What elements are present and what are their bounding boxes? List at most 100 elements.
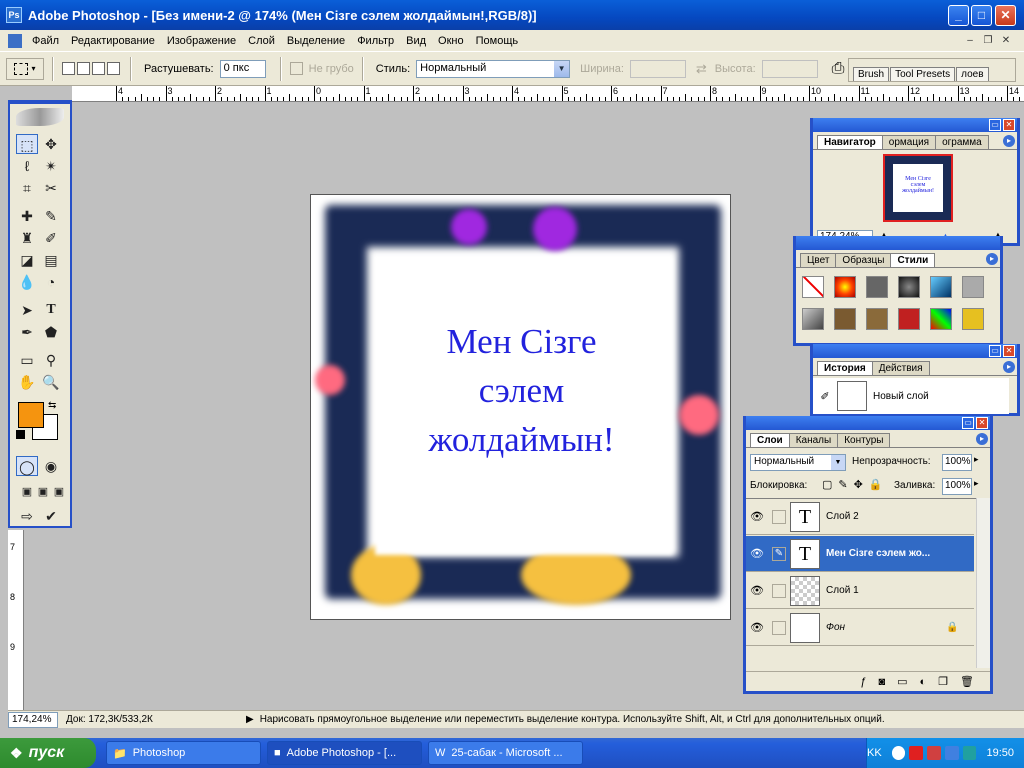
well-tab-brushes[interactable]: Brush [853,67,890,81]
history-item[interactable]: ✐ Новый слой [813,378,1009,414]
panel-minimize-button[interactable]: ▭ [989,119,1001,131]
status-zoom[interactable]: 174,24% [8,711,58,728]
check-icon[interactable]: ✔ [40,506,62,526]
tab-layers[interactable]: Слои [750,433,790,447]
standard-mode-icon[interactable]: ◯ [16,456,38,476]
close-button[interactable]: ✕ [995,5,1016,26]
blur-tool-icon[interactable]: 💧 [16,272,38,292]
history-brush-icon[interactable]: ✐ [813,390,837,403]
panel-menu-icon[interactable]: ▸ [986,253,998,265]
tab-swatches[interactable]: Образцы [835,253,892,267]
eye-icon[interactable]: 👁 [746,547,768,560]
maximize-button[interactable]: □ [971,5,992,26]
intersect-selection-icon[interactable] [107,62,120,75]
panel-close-button[interactable]: ✕ [1003,119,1015,131]
layer-row[interactable]: 👁 Фон 🔒 [746,610,974,646]
task-adobe-photoshop[interactable]: ■ Adobe Photoshop - [... [267,741,422,765]
opacity-input[interactable]: 100% [942,454,972,471]
printer-icon[interactable]: ⎙ [832,60,845,78]
panel-minimize-button[interactable]: ▭ [989,345,1001,357]
marquee-tool-icon[interactable]: ⬚ [16,134,38,154]
style-swatch[interactable] [834,276,856,298]
lasso-tool-icon[interactable]: ℓ [16,156,38,176]
clone-stamp-icon[interactable]: ♜ [16,228,38,248]
panel-menu-icon[interactable]: ▸ [1003,361,1015,373]
eraser-tool-icon[interactable]: ◪ [16,250,38,270]
screen-mode-full-icon[interactable]: ▣ [48,482,70,502]
history-brush-icon[interactable]: ✐ [40,228,62,248]
play-arrow-icon[interactable]: ▶ [246,714,254,725]
volume-icon[interactable] [944,746,959,760]
quick-mask-icon[interactable]: ◉ [40,456,62,476]
fill-arrow-icon[interactable]: ▸ [974,478,979,489]
width-input[interactable] [629,59,686,78]
type-tool-icon[interactable]: T [40,300,62,320]
subtract-selection-icon[interactable] [92,62,105,75]
minimize-button[interactable]: _ [948,5,969,26]
well-tab-layer-comps[interactable]: лоев [956,67,989,81]
network-icon[interactable] [927,746,941,760]
layer-row[interactable]: 👁 Слой 1 [746,573,974,609]
lock-icons[interactable]: ▢✎✥🔒 [822,478,889,491]
swap-colors-icon[interactable]: ⇆ [48,400,56,411]
magic-wand-icon[interactable]: ✴ [40,156,62,176]
document-icon[interactable] [8,33,22,48]
brush-tool-icon[interactable]: ✎ [40,206,62,226]
style-swatch[interactable] [962,308,984,330]
add-selection-icon[interactable] [77,62,90,75]
antialias-checkbox[interactable] [289,62,303,75]
pen-tool-icon[interactable]: ✒ [16,322,38,342]
tab-color[interactable]: Цвет [800,253,837,267]
healing-brush-icon[interactable]: ✚ [16,206,38,226]
panel-close-button[interactable]: ✕ [976,417,988,429]
panel-minimize-button[interactable]: ▭ [962,417,974,429]
tab-histogram[interactable]: ограмма [935,135,989,149]
layer-style-icon[interactable]: ƒ [860,676,866,688]
crop-tool-icon[interactable]: ⌗ [16,178,38,198]
tab-history[interactable]: История [817,361,873,375]
style-swatch[interactable] [898,308,920,330]
tab-styles[interactable]: Стили [890,253,936,267]
layer-mask-icon[interactable]: ◙ [878,676,885,688]
tool-preset-picker[interactable]: ▾ [6,57,44,80]
menu-view[interactable]: Вид [400,35,432,47]
panel-menu-icon[interactable]: ▸ [976,433,988,445]
adjustment-layer-icon[interactable]: ◐ [920,676,927,688]
navigator-thumbnail[interactable]: Мен Сізге сэлем жолдаймын! [883,154,953,222]
menu-edit[interactable]: Редактирование [65,35,161,47]
menu-filter[interactable]: Фильтр [351,35,400,47]
style-swatch[interactable] [930,308,952,330]
notes-tool-icon[interactable]: ▭ [16,350,38,370]
feather-input[interactable]: 0 пкс [219,59,266,78]
menu-image[interactable]: Изображение [161,35,242,47]
eye-icon[interactable]: 👁 [746,510,768,523]
task-word-document[interactable]: W 25-сабак - Microsoft ... [428,741,583,765]
style-swatch[interactable] [930,276,952,298]
document-canvas[interactable]: Мен Сізге сэлем жолдаймын! [310,194,731,620]
layer-row[interactable]: 👁 ✎ T Мен Сізге сэлем жо... [746,536,974,572]
style-none-swatch[interactable] [802,276,824,298]
doc-restore-button[interactable]: ❐ [980,33,996,48]
fill-input[interactable]: 100% [942,478,972,495]
tab-info[interactable]: ормация [881,135,937,149]
tray-app-icon[interactable] [962,746,977,760]
new-selection-icon[interactable] [62,62,75,75]
menu-window[interactable]: Окно [432,35,470,47]
gradient-tool-icon[interactable]: ▤ [40,250,62,270]
layer-row[interactable]: 👁 T Слой 2 [746,499,974,535]
style-swatch[interactable] [962,276,984,298]
eye-icon[interactable]: 👁 [746,621,768,634]
eye-icon[interactable]: 👁 [746,584,768,597]
move-tool-icon[interactable]: ✥ [40,134,62,154]
doc-minimize-button[interactable]: – [962,33,978,48]
doc-size[interactable]: Док: 172,3К/533,2К [66,714,246,725]
new-set-icon[interactable]: ▭ [897,675,907,688]
tab-navigator[interactable]: Навигатор [817,135,883,149]
foreground-color-swatch[interactable] [18,402,44,428]
layer-link-box[interactable] [772,583,786,598]
well-tab-tool-presets[interactable]: Tool Presets [890,67,956,81]
antivirus-icon[interactable] [909,746,924,760]
task-photoshop-folder[interactable]: 📁 Photoshop [106,741,261,765]
default-colors-icon[interactable] [16,430,25,439]
menu-layer[interactable]: Слой [242,35,281,47]
